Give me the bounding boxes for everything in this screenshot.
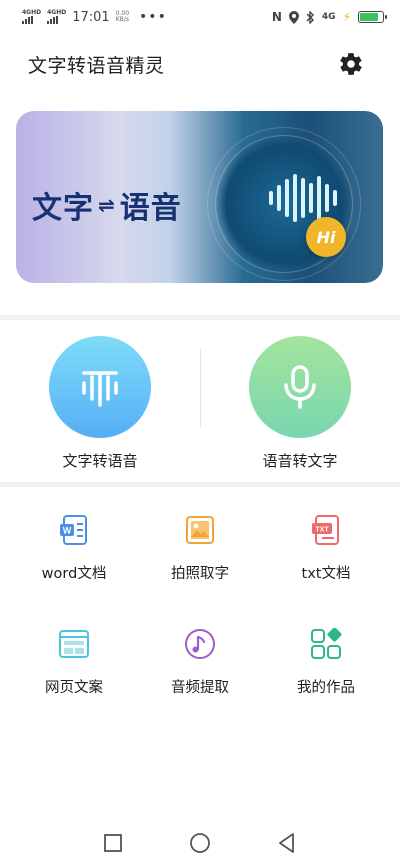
signal-indicator-1: 4GHD (22, 10, 41, 24)
signal-bars-icon (22, 16, 33, 24)
text-to-speech-circle[interactable] (49, 336, 151, 438)
tool-word-doc-label: word文档 (41, 566, 107, 582)
sound-wave-icon (82, 371, 118, 407)
swap-arrows-icon: ⇌ (98, 193, 116, 217)
app-title: 文字转语音精灵 (28, 54, 165, 77)
more-notifications-icon: ••• (139, 9, 167, 25)
banner-right-text: 语音 (119, 191, 182, 226)
tool-txt-doc-label: txt文档 (301, 566, 351, 582)
photo-icon (186, 516, 214, 544)
status-right: N 4G ⚡ (271, 10, 387, 24)
hi-badge: Hi (306, 217, 346, 257)
back-button[interactable] (275, 831, 299, 855)
svg-text:W: W (63, 526, 72, 536)
svg-text:TXT: TXT (315, 527, 329, 534)
speech-to-text-label: 语音转文字 (262, 452, 338, 470)
section-divider (0, 315, 400, 320)
microphone-icon (284, 365, 316, 409)
tool-my-works[interactable]: 我的作品 (261, 627, 391, 697)
feature-separator (200, 348, 201, 428)
bluetooth-icon (306, 10, 314, 24)
tool-webpage[interactable]: 网页文案 (9, 628, 139, 697)
tool-audio-extract[interactable]: 音频提取 (135, 628, 265, 697)
tool-webpage-label: 网页文案 (45, 680, 103, 696)
home-button[interactable] (188, 831, 212, 855)
section-divider (0, 482, 400, 487)
banner-title: 文字 ⇌ 语音 (32, 183, 182, 227)
network-speed: 0.00 KB/s (116, 11, 129, 23)
app-header: 文字转语音精灵 (0, 34, 400, 94)
status-bar: 4GHD 4GHD 17:01 0.00 KB/s ••• N 4G ⚡ (0, 0, 400, 34)
text-to-speech-label: 文字转语音 (62, 452, 138, 470)
location-icon (288, 10, 299, 24)
network-type-right: 4G (321, 12, 336, 22)
music-note-icon (185, 629, 215, 659)
speech-to-text-circle[interactable] (249, 336, 351, 438)
system-nav-bar (0, 820, 400, 866)
apps-grid-icon (311, 627, 342, 659)
tool-audio-extract-label: 音频提取 (171, 680, 229, 696)
battery-icon (358, 11, 387, 23)
network-speed-unit: KB/s (115, 16, 129, 23)
tool-photo-text-label: 拍照取字 (171, 566, 229, 582)
promo-banner[interactable]: 文字 ⇌ 语音 Hi (16, 111, 383, 283)
status-time: 17:01 (72, 9, 110, 25)
tool-photo-text[interactable]: 拍照取字 (135, 514, 265, 583)
text-to-speech-button[interactable]: 文字转语音 (10, 336, 190, 471)
signal-indicator-2: 4GHD (47, 10, 66, 24)
signal-bars-icon (47, 16, 59, 24)
gear-icon[interactable] (338, 51, 364, 77)
status-left: 4GHD 4GHD 17:01 0.00 KB/s ••• (22, 9, 167, 25)
tool-my-works-label: 我的作品 (297, 680, 355, 696)
tool-txt-doc[interactable]: TXT txt文档 (261, 514, 391, 583)
word-doc-icon: W (60, 515, 87, 545)
nfc-icon: N (271, 10, 282, 24)
tool-word-doc[interactable]: W word文档 (9, 514, 139, 583)
sound-wave-icon (269, 173, 337, 223)
banner-left-text: 文字 (32, 191, 94, 226)
recent-apps-button[interactable] (101, 831, 125, 855)
webpage-icon (59, 630, 89, 658)
charging-icon: ⚡ (342, 10, 351, 24)
main-features: 文字转语音 语音转文字 (0, 322, 400, 482)
txt-doc-icon: TXT (312, 515, 339, 545)
speech-to-text-button[interactable]: 语音转文字 (210, 336, 390, 471)
